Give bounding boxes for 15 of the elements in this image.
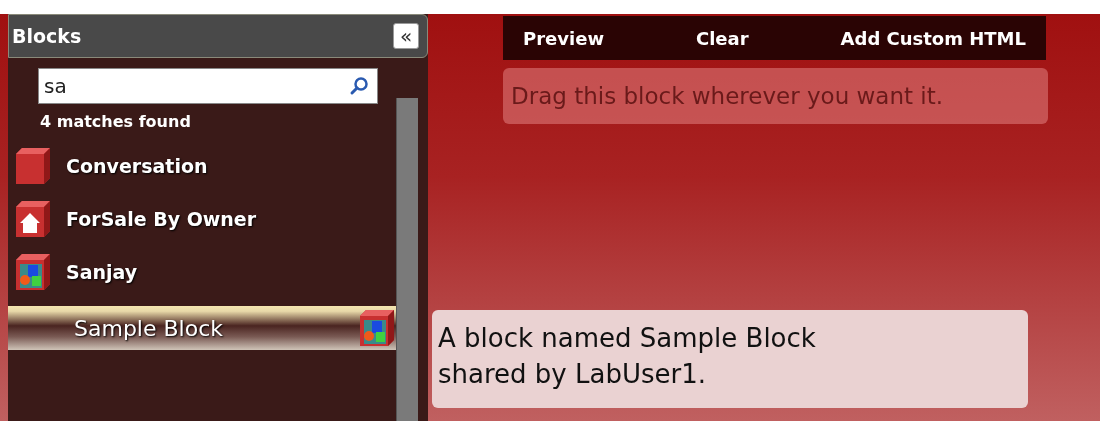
block-item[interactable]: ForSale By Owner	[8, 192, 396, 245]
collapse-button[interactable]: «	[393, 23, 419, 49]
toolbar-button[interactable]: Clear	[696, 27, 749, 49]
toolbar-button[interactable]: Add Custom HTML	[840, 27, 1026, 49]
toolbar-button[interactable]: Preview	[523, 27, 605, 49]
block-item[interactable]: Conversation	[8, 139, 396, 192]
block-item[interactable]: Sanjay	[8, 245, 396, 298]
search-icon	[349, 76, 369, 96]
scrollbar[interactable]	[396, 98, 418, 421]
match-count: 4 matches found	[40, 112, 191, 131]
block-tooltip: A block named Sample Block shared by LabUser1.	[432, 310, 1028, 408]
drag-hint: Drag this block wherever you want it.	[503, 68, 1048, 124]
search-field[interactable]: sa	[38, 68, 378, 104]
block-item[interactable]: Sample Block	[8, 306, 396, 350]
panel-title: Blocks	[12, 25, 82, 47]
